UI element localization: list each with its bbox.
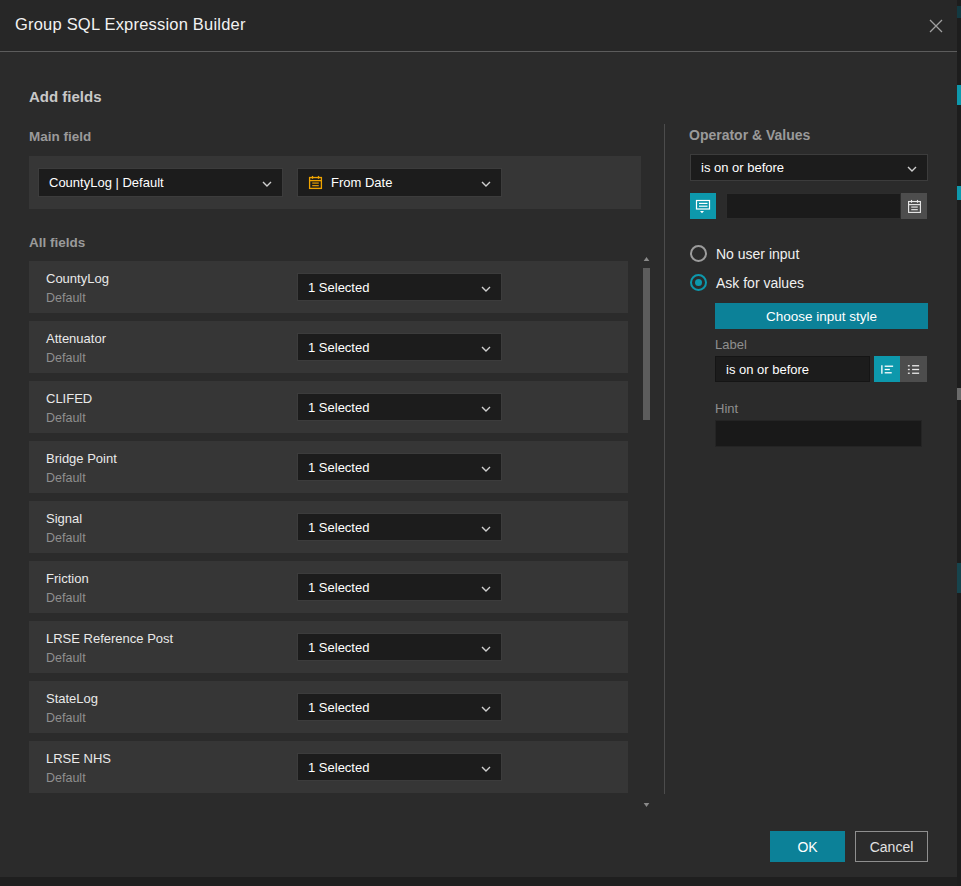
add-fields-heading: Add fields [29,88,102,105]
field-selection-select[interactable]: 1 Selected [297,453,502,481]
label-input[interactable]: is on or before [715,356,870,382]
main-date-field-select[interactable]: From Date [297,168,502,197]
title-bar: Group SQL Expression Builder [0,0,957,52]
main-field-heading: Main field [29,129,91,144]
scrollbar-thumb[interactable] [643,268,650,420]
field-name: CountyLog [46,271,109,286]
list-scrollbar[interactable] [643,256,650,808]
field-type: Default [46,771,86,785]
field-type: Default [46,591,86,605]
field-name: StateLog [46,691,98,706]
field-selection-value: 1 Selected [308,580,369,595]
chevron-down-icon [481,640,491,655]
field-row: Bridge Point Default 1 Selected [29,441,628,493]
field-name: Friction [46,571,89,586]
radio-ask-for-values-label: Ask for values [716,275,804,291]
background-app-edge [957,0,961,886]
chevron-down-icon [481,700,491,715]
all-fields-list: CountyLog Default 1 Selected Attenuator … [29,261,628,801]
all-fields-heading: All fields [29,235,85,250]
radio-no-user-input[interactable]: No user input [690,245,799,262]
ok-button[interactable]: OK [770,831,845,862]
operator-values-heading: Operator & Values [689,127,810,143]
field-name: Bridge Point [46,451,117,466]
field-selection-select[interactable]: 1 Selected [297,753,502,781]
field-row: LRSE NHS Default 1 Selected [29,741,628,793]
set-value-mode-button[interactable] [690,193,716,219]
chevron-down-icon [907,160,917,175]
field-selection-select[interactable]: 1 Selected [297,633,502,661]
label-input-value: is on or before [726,362,809,377]
field-type: Default [46,411,86,425]
field-row: CountyLog Default 1 Selected [29,261,628,313]
chevron-down-icon [481,520,491,535]
main-field-select[interactable]: CountyLog | Default [38,168,283,197]
field-name: LRSE Reference Post [46,631,173,646]
scroll-down-icon[interactable] [643,802,650,808]
field-row: LRSE Reference Post Default 1 Selected [29,621,628,673]
field-selection-value: 1 Selected [308,280,369,295]
calendar-picker-button[interactable] [901,193,927,219]
field-type: Default [46,651,86,665]
chevron-down-icon [481,340,491,355]
label-caption: Label [715,337,747,352]
calendar-icon [308,175,323,190]
field-type: Default [46,351,86,365]
chevron-down-icon [262,175,272,190]
main-field-card: CountyLog | Default From Date [29,156,641,209]
field-selection-value: 1 Selected [308,520,369,535]
chevron-down-icon [481,580,491,595]
field-name: CLIFED [46,391,92,406]
radio-ask-for-values[interactable]: Ask for values [690,274,804,291]
main-field-select-value: CountyLog | Default [49,175,164,190]
cancel-button[interactable]: Cancel [855,831,928,862]
radio-circle[interactable] [690,245,707,262]
date-select-value: From Date [331,175,392,190]
list-input-button[interactable] [900,356,927,382]
field-name: Attenuator [46,331,106,346]
field-selection-select[interactable]: 1 Selected [297,693,502,721]
field-name: Signal [46,511,82,526]
chevron-down-icon [481,280,491,295]
field-row: Attenuator Default 1 Selected [29,321,628,373]
field-selection-value: 1 Selected [308,460,369,475]
scroll-up-icon[interactable] [643,256,650,262]
field-selection-value: 1 Selected [308,760,369,775]
operator-select[interactable]: is on or before [690,154,928,181]
single-line-input-button[interactable] [874,356,900,382]
field-row: StateLog Default 1 Selected [29,681,628,733]
field-selection-select[interactable]: 1 Selected [297,333,502,361]
field-type: Default [46,711,86,725]
field-row: Friction Default 1 Selected [29,561,628,613]
field-selection-value: 1 Selected [308,640,369,655]
chevron-down-icon [481,760,491,775]
chevron-down-icon [481,400,491,415]
hint-caption: Hint [715,401,738,416]
field-type: Default [46,471,86,485]
field-selection-value: 1 Selected [308,340,369,355]
field-selection-select[interactable]: 1 Selected [297,513,502,541]
panel-divider [664,124,665,794]
operator-select-value: is on or before [701,160,784,175]
field-row: Signal Default 1 Selected [29,501,628,553]
choose-input-style-button[interactable]: Choose input style [715,303,928,329]
field-selection-select[interactable]: 1 Selected [297,573,502,601]
field-type: Default [46,531,86,545]
field-selection-select[interactable]: 1 Selected [297,393,502,421]
dialog-title: Group SQL Expression Builder [15,15,246,34]
field-selection-select[interactable]: 1 Selected [297,273,502,301]
chevron-down-icon [481,460,491,475]
field-name: LRSE NHS [46,751,111,766]
chevron-down-icon [481,175,491,190]
field-row: CLIFED Default 1 Selected [29,381,628,433]
field-selection-value: 1 Selected [308,400,369,415]
close-icon[interactable] [927,17,945,35]
field-type: Default [46,291,86,305]
group-sql-expression-builder-dialog: Group SQL Expression Builder Add fields … [0,0,957,877]
date-value-input[interactable] [726,193,901,219]
radio-circle-selected[interactable] [690,274,707,291]
radio-no-user-input-label: No user input [716,246,799,262]
field-selection-value: 1 Selected [308,700,369,715]
hint-input[interactable] [715,420,922,447]
